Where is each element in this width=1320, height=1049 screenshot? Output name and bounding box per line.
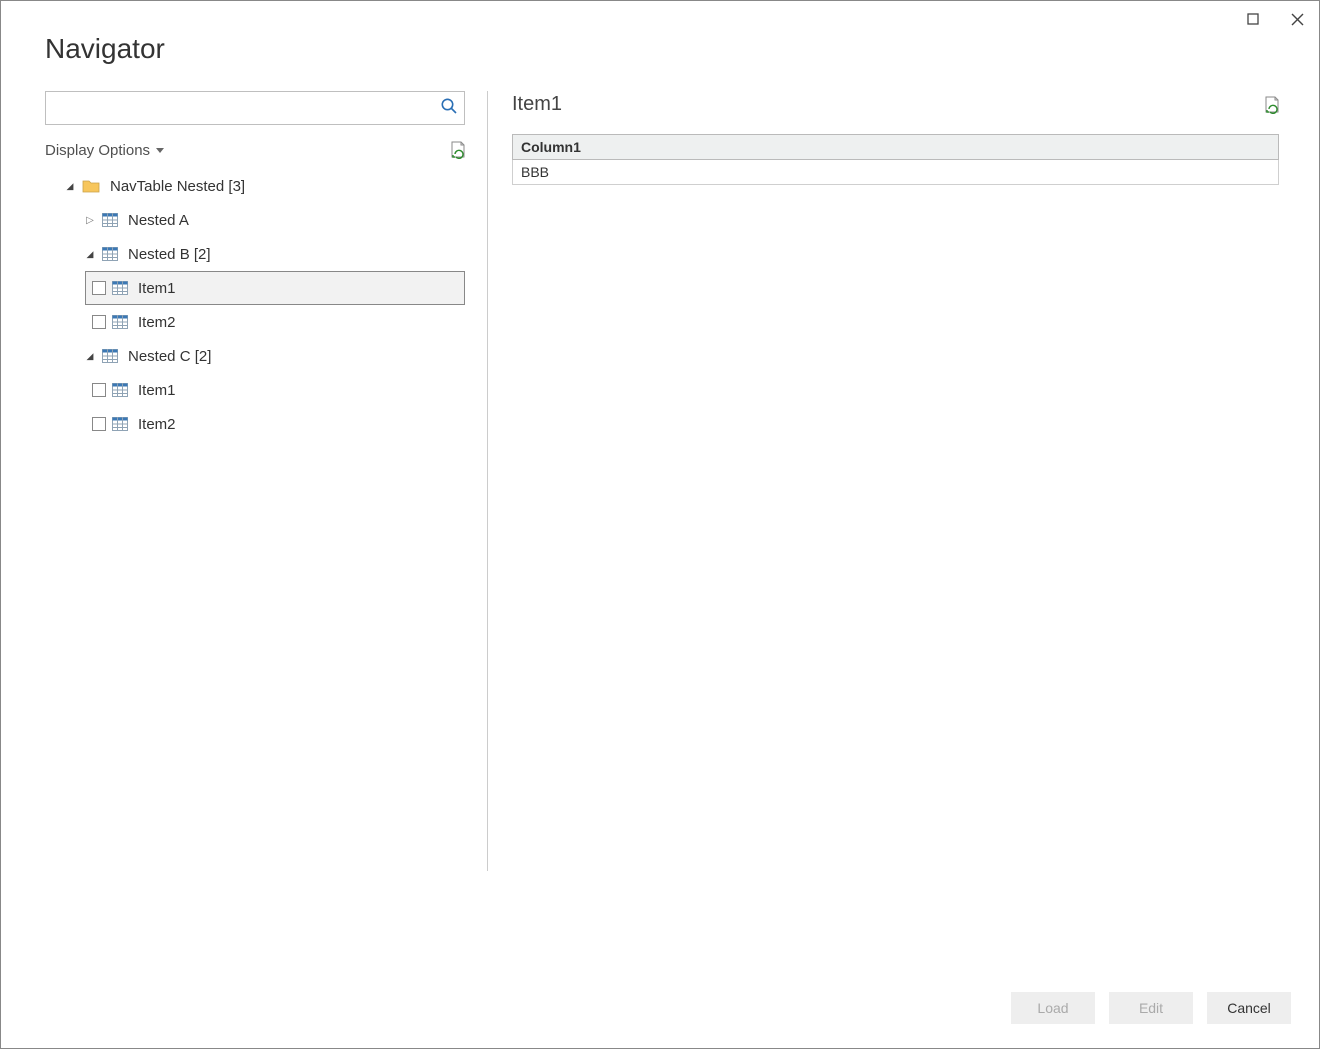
- tree-node-label: Item2: [134, 314, 176, 331]
- dialog-footer: Load Edit Cancel: [1, 980, 1319, 1048]
- table-icon: [112, 281, 128, 295]
- tree-node-label: Item1: [134, 280, 176, 297]
- tree-node-nested-a[interactable]: Nested A: [79, 203, 465, 237]
- tree-node-nested-c[interactable]: Nested C [2]: [79, 339, 465, 373]
- tree-node-label: Item1: [134, 382, 176, 399]
- close-icon[interactable]: [1285, 7, 1309, 31]
- table-icon: [102, 349, 118, 363]
- tree-node-nested-c-item1[interactable]: Item1: [85, 373, 465, 407]
- chevron-down-icon: [156, 148, 164, 153]
- tree-node-label: NavTable Nested [3]: [106, 178, 245, 195]
- table-icon: [112, 417, 128, 431]
- navigator-tree: NavTable Nested [3] Nested A Nes: [45, 169, 465, 441]
- preview-column-header[interactable]: Column1: [513, 135, 1279, 160]
- tree-node-label: Nested B [2]: [124, 246, 211, 263]
- search-input-wrap[interactable]: [45, 91, 465, 125]
- search-icon[interactable]: [440, 97, 458, 120]
- refresh-preview-icon[interactable]: [1263, 96, 1279, 114]
- tree-node-nested-b-item1[interactable]: Item1: [85, 271, 465, 305]
- pane-divider: [487, 91, 488, 980]
- window-titlebar: [1, 1, 1319, 33]
- table-icon: [112, 315, 128, 329]
- table-icon: [112, 383, 128, 397]
- edit-button[interactable]: Edit: [1109, 992, 1193, 1024]
- checkbox[interactable]: [92, 281, 106, 295]
- tree-node-nested-b[interactable]: Nested B [2]: [79, 237, 465, 271]
- tree-node-root[interactable]: NavTable Nested [3]: [59, 169, 465, 203]
- display-options-dropdown[interactable]: Display Options: [45, 142, 164, 159]
- dialog-title: Navigator: [45, 33, 1279, 65]
- expander-icon[interactable]: [84, 215, 96, 226]
- preview-table: Column1 BBB: [512, 134, 1279, 185]
- load-button[interactable]: Load: [1011, 992, 1095, 1024]
- display-options-label: Display Options: [45, 142, 150, 159]
- search-input[interactable]: [56, 99, 440, 117]
- tree-node-nested-c-item2[interactable]: Item2: [85, 407, 465, 441]
- preview-cell: BBB: [513, 160, 1279, 185]
- refresh-left-icon[interactable]: [449, 141, 465, 159]
- table-row[interactable]: BBB: [513, 160, 1279, 185]
- expander-icon[interactable]: [64, 181, 76, 192]
- checkbox[interactable]: [92, 417, 106, 431]
- navigator-preview-pane: Item1 Column1 BBB: [512, 91, 1279, 980]
- cancel-button[interactable]: Cancel: [1207, 992, 1291, 1024]
- checkbox[interactable]: [92, 383, 106, 397]
- table-icon: [102, 213, 118, 227]
- checkbox[interactable]: [92, 315, 106, 329]
- table-icon: [102, 247, 118, 261]
- navigator-left-pane: Display Options: [45, 91, 465, 980]
- tree-node-label: Item2: [134, 416, 176, 433]
- maximize-icon[interactable]: [1241, 7, 1265, 31]
- tree-node-label: Nested C [2]: [124, 348, 211, 365]
- tree-node-label: Nested A: [124, 212, 189, 229]
- folder-icon: [82, 179, 100, 193]
- preview-title: Item1: [512, 93, 562, 116]
- tree-node-nested-b-item2[interactable]: Item2: [85, 305, 465, 339]
- expander-icon[interactable]: [84, 249, 96, 260]
- navigator-dialog: Navigator Display Options: [0, 0, 1320, 1049]
- expander-icon[interactable]: [84, 351, 96, 362]
